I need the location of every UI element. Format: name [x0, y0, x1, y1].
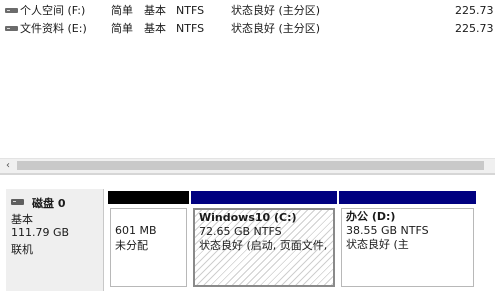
- volume-layout: 简单: [111, 4, 133, 17]
- partition-d[interactable]: 办公 (D:) 38.55 GB NTFS 状态良好 (主: [339, 191, 476, 287]
- disk-info-panel[interactable]: 磁盘 0 基本 111.79 GB 联机: [6, 189, 104, 291]
- volume-name: 个人空间 (F:): [20, 4, 86, 17]
- scrollbar-thumb[interactable]: [17, 161, 484, 170]
- partition-size: 38.55 GB NTFS: [346, 224, 429, 237]
- disk-graphics-pane: 磁盘 0 基本 111.79 GB 联机 601 MB 未分配 Windows1…: [0, 173, 495, 293]
- partition-bar: [339, 191, 476, 204]
- partition-name: 办公 (D:): [346, 210, 396, 223]
- disk-status: 联机: [11, 243, 33, 256]
- partition-status: 状态良好 (主: [346, 238, 409, 251]
- volume-filesystem: NTFS: [176, 4, 205, 17]
- partition-size: 601 MB: [115, 224, 157, 237]
- drive-icon: [5, 26, 18, 32]
- volume-status: 状态良好 (主分区): [231, 4, 321, 17]
- volume-capacity: 225.73 G: [455, 22, 495, 35]
- disk-icon: [11, 199, 24, 205]
- volume-row-e[interactable]: 文件资料 (E:) 简单 基本 NTFS 状态良好 (主分区) 225.73 G: [0, 21, 495, 38]
- disk-size: 111.79 GB: [11, 226, 70, 239]
- volume-status: 状态良好 (主分区): [231, 22, 321, 35]
- volume-list: 个人空间 (F:) 简单 基本 NTFS 状态良好 (主分区) 225.73 G…: [0, 0, 495, 158]
- volume-capacity: 225.73 G: [455, 4, 495, 17]
- partition-body: 601 MB 未分配: [110, 208, 187, 287]
- partition-body: 办公 (D:) 38.55 GB NTFS 状态良好 (主: [341, 208, 474, 287]
- partition-c[interactable]: Windows10 (C:) 72.65 GB NTFS 状态良好 (启动, 页…: [191, 191, 337, 287]
- volume-type: 基本: [144, 22, 166, 35]
- scroll-left-icon[interactable]: ‹: [3, 159, 13, 173]
- volume-filesystem: NTFS: [176, 22, 205, 35]
- disk-name: 磁盘 0: [32, 197, 66, 210]
- volume-name: 文件资料 (E:): [20, 22, 87, 35]
- partition-label: 未分配: [115, 239, 148, 252]
- partition-unallocated[interactable]: 601 MB 未分配: [108, 191, 189, 287]
- volume-layout: 简单: [111, 22, 133, 35]
- disk-type: 基本: [11, 213, 33, 226]
- partition-body: Windows10 (C:) 72.65 GB NTFS 状态良好 (启动, 页…: [193, 208, 335, 287]
- horizontal-scrollbar[interactable]: ‹: [0, 158, 495, 173]
- partition-status: 状态良好 (启动, 页面文件, 故: [199, 239, 331, 252]
- partition-size: 72.65 GB NTFS: [199, 225, 282, 238]
- volume-row-f[interactable]: 个人空间 (F:) 简单 基本 NTFS 状态良好 (主分区) 225.73 G: [0, 3, 495, 20]
- partition-bar: [108, 191, 189, 204]
- drive-icon: [5, 8, 18, 14]
- partition-name: Windows10 (C:): [199, 211, 297, 224]
- partition-bar: [191, 191, 337, 204]
- volume-type: 基本: [144, 4, 166, 17]
